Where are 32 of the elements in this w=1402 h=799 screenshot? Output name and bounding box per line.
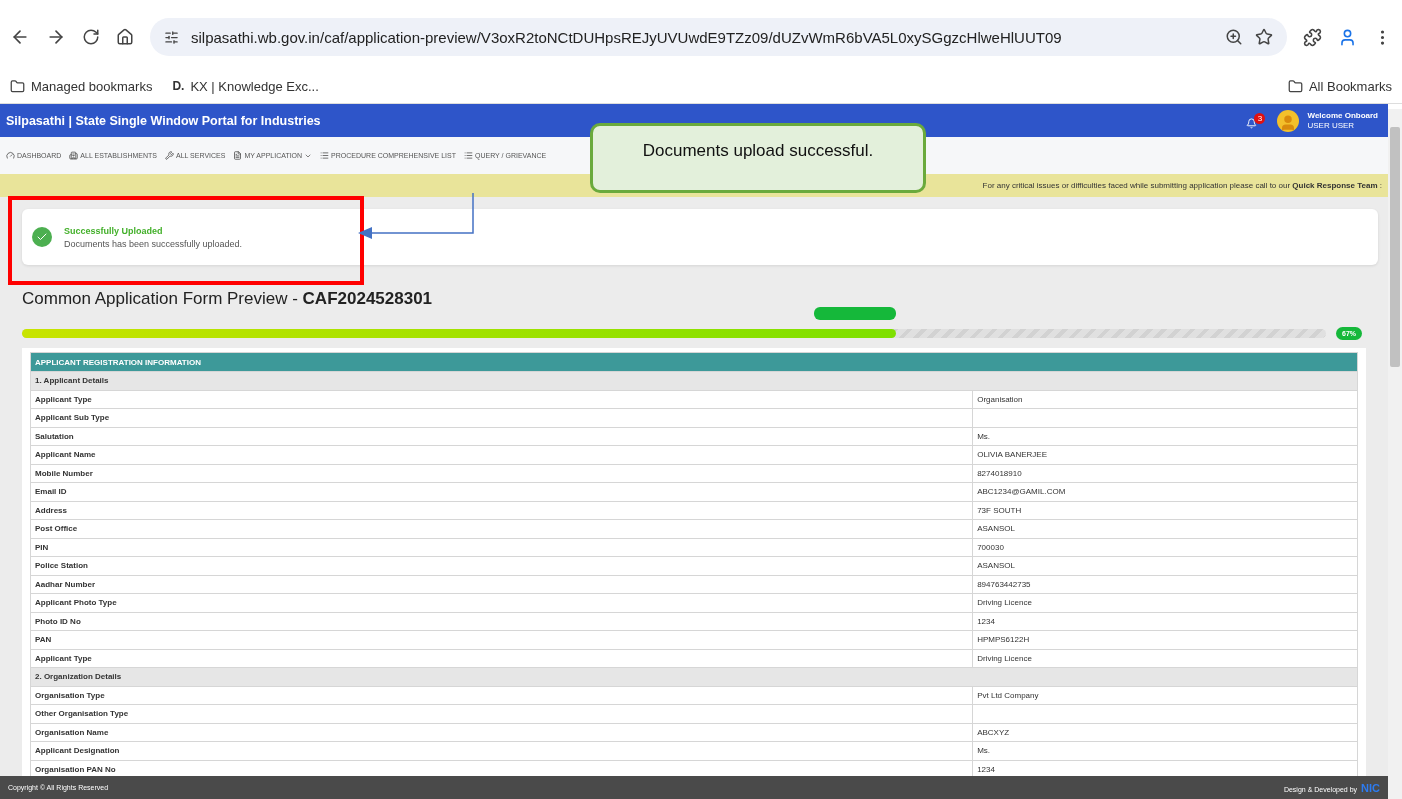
list-icon[interactable] [320,151,330,160]
table-header: APPLICANT REGISTRATION INFORMATION [30,352,1358,372]
bookmark[interactable]: Managed bookmarks [31,78,153,94]
welcome-text[interactable]: Welcome Onboard [1307,110,1378,121]
alert-title: Successfully Uploaded [64,225,164,236]
building-icon[interactable] [69,151,79,160]
bookmark[interactable]: KX | Knowledge Exc... [190,78,319,94]
site-logo[interactable]: D. [172,79,185,93]
doc-icon[interactable] [233,151,243,160]
address-bar[interactable]: silpasathi.wb.gov.in/caf/application-preview/V3oxR2toNCtDUHpsREJyUVUwdE9TZz09/dUZvWmR6bVA5L0xySGgzcHlweHlUUT09 [150,18,1287,56]
reload-icon[interactable] [82,28,100,46]
site-settings-icon[interactable] [164,29,179,45]
user-name: USER USER [1307,120,1356,131]
check-icon [32,227,52,247]
all-bookmarks[interactable]: All Bookmarks [1308,78,1392,94]
wrench-icon[interactable] [165,151,174,160]
scrollbar[interactable] [1388,109,1402,799]
callout: Documents upload successful. [590,123,926,193]
home-icon[interactable] [116,28,134,46]
list-icon[interactable] [463,151,473,160]
folder-icon[interactable] [10,78,25,94]
zoom-icon[interactable] [1225,28,1243,46]
star-icon[interactable] [1255,28,1273,46]
folder-icon[interactable] [1287,78,1303,94]
notification-badge: 3 [1254,112,1266,124]
portal-title: Silpasathi | State Single Window Portal for Industries [6,113,321,128]
page-title: Common Application Form Preview - CAF2024528301 [22,289,434,309]
extensions-icon[interactable] [1303,27,1322,47]
avatar-icon[interactable] [1277,109,1300,132]
dashboard-icon[interactable] [6,151,15,160]
profile-icon[interactable] [1338,27,1357,47]
alert-message: Documents has been successfully uploaded. [64,238,243,249]
